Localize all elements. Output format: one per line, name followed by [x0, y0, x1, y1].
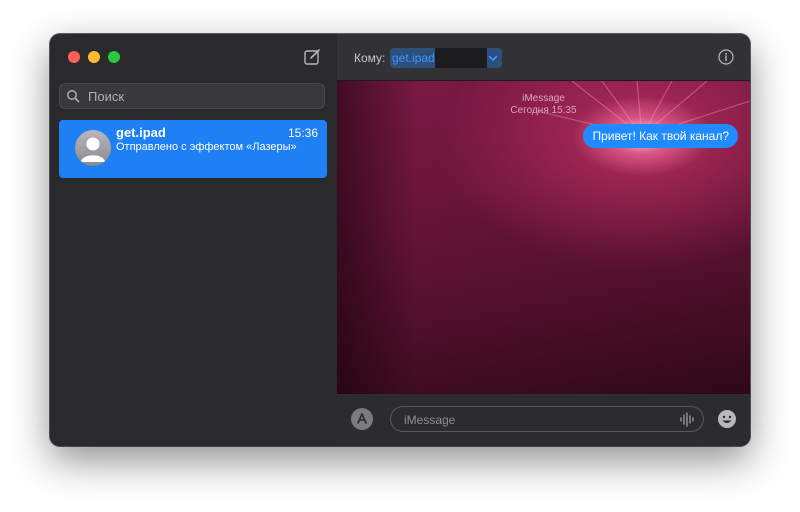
- service-name: iMessage: [522, 93, 565, 104]
- apps-button[interactable]: [351, 408, 373, 430]
- audio-waveform-icon[interactable]: [679, 412, 695, 427]
- emoji-button[interactable]: [717, 409, 737, 429]
- outgoing-message-bubble[interactable]: Привет! Как твой канал?: [583, 124, 738, 148]
- recipient-name: get.ipad: [392, 51, 435, 65]
- avatar: [75, 130, 111, 166]
- app-store-icon: [357, 413, 367, 424]
- conversation-item[interactable]: get.ipad 15:36 Отправлено с эффектом «Ла…: [59, 120, 327, 178]
- conversation-time: 15:36: [287, 126, 318, 140]
- compose-icon[interactable]: [302, 47, 322, 67]
- recipient-token[interactable]: get.ipad: [390, 48, 502, 68]
- conversation-preview: Отправлено с эффектом «Лазеры»: [116, 141, 297, 153]
- conversation-header: Кому: get.ipad: [337, 34, 750, 81]
- search-icon: [67, 90, 80, 103]
- messages-window: get.ipad 15:36 Отправлено с эффектом «Ла…: [50, 34, 750, 446]
- chevron-down-icon[interactable]: [486, 51, 500, 65]
- message-transcript[interactable]: iMessage Сегодня 15:35 Привет! Как твой …: [337, 81, 750, 394]
- redaction-block: [435, 48, 487, 68]
- sidebar: get.ipad 15:36 Отправлено с эффектом «Ла…: [50, 34, 338, 446]
- zoom-window-button[interactable]: [108, 51, 120, 63]
- message-timestamp: Сегодня 15:35: [510, 105, 577, 116]
- message-field[interactable]: [390, 406, 704, 432]
- window-controls: [68, 51, 120, 63]
- search-input[interactable]: [86, 87, 310, 105]
- conversation-name: get.ipad: [116, 125, 166, 140]
- search-field[interactable]: [59, 83, 325, 109]
- emoji-icon: [718, 410, 736, 428]
- composer-bar: [337, 394, 750, 446]
- message-service-label: iMessage Сегодня 15:35: [337, 93, 750, 117]
- conversation-pane: Кому: get.ipad iMessage Сегодня 15:35 Пр…: [337, 34, 750, 446]
- info-icon[interactable]: [718, 49, 734, 65]
- close-window-button[interactable]: [68, 51, 80, 63]
- message-input[interactable]: [402, 412, 666, 428]
- minimize-window-button[interactable]: [88, 51, 100, 63]
- to-label: Кому:: [354, 51, 386, 65]
- person-icon: [81, 137, 105, 162]
